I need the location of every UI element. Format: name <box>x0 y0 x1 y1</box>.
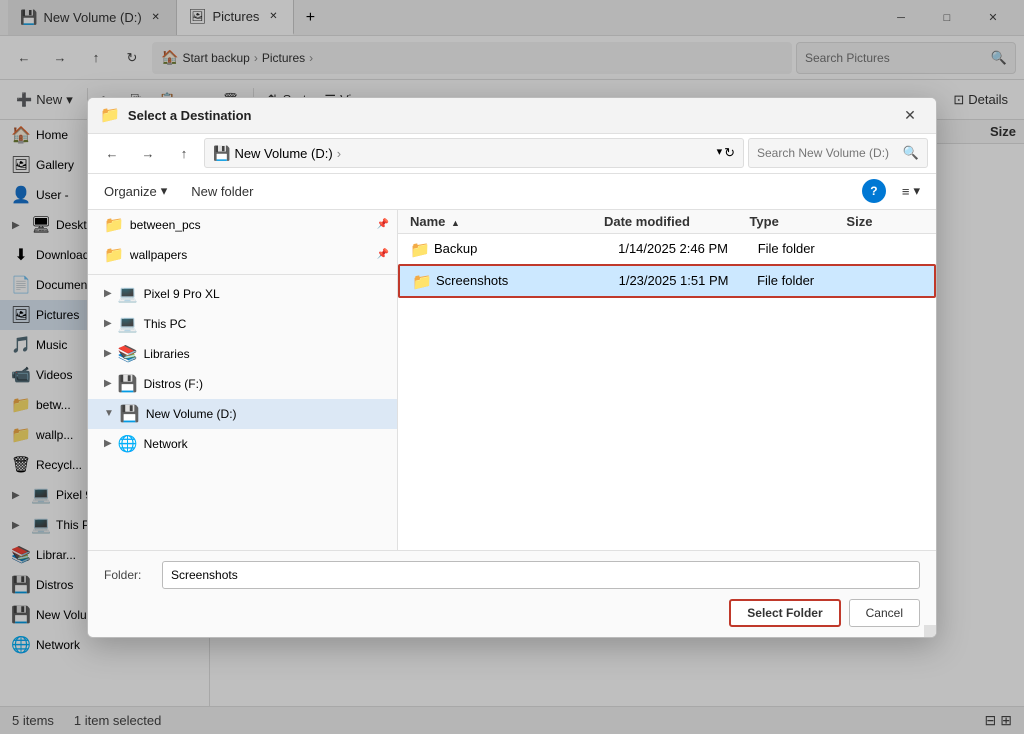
d-file-type-screenshots: File folder <box>757 273 845 288</box>
d-pixel9-icon: 💻 <box>118 284 138 304</box>
dialog-close-button[interactable]: ✕ <box>896 101 924 129</box>
d-folder-icon-wallpapers: 📁 <box>104 245 124 265</box>
d-file-type-backup: File folder <box>758 241 847 256</box>
new-folder-label: New folder <box>191 184 253 199</box>
d-thispc-icon: 💻 <box>118 314 138 334</box>
dialog-back-button[interactable]: ← <box>96 137 128 169</box>
resize-handle[interactable] <box>924 625 936 637</box>
d-sidebar-wallpapers[interactable]: 📁 wallpapers 📌 <box>88 240 397 270</box>
d-label-wallpapers: wallpapers <box>130 248 187 262</box>
dialog-file-header: Name ▲ Date modified Type Size <box>398 210 936 234</box>
dialog-search-input[interactable] <box>757 146 899 160</box>
dialog-file-list: 📁 Backup 1/14/2025 2:46 PM File folder 📁… <box>398 234 936 550</box>
folder-row: Folder: <box>104 561 920 589</box>
select-folder-button[interactable]: Select Folder <box>729 599 840 627</box>
organize-label: Organize <box>104 184 157 199</box>
new-folder-button[interactable]: New folder <box>183 180 261 203</box>
dialog-titlebar: 📁 Select a Destination ✕ <box>88 98 936 134</box>
cancel-button[interactable]: Cancel <box>849 599 920 627</box>
d-libraries-icon: 📚 <box>118 344 138 364</box>
dialog-up-button[interactable]: ↑ <box>168 137 200 169</box>
organize-button[interactable]: Organize ▾ <box>96 179 175 203</box>
select-destination-dialog: 📁 Select a Destination ✕ ← → ↑ 💾 New Vol… <box>87 97 937 638</box>
d-header-size: Size <box>846 214 924 229</box>
dialog-file-content: Name ▲ Date modified Type Size 📁 Backup … <box>398 210 936 550</box>
dialog-sidebar: 📁 between_pcs 📌 📁 wallpapers 📌 ▶ 💻 Pixel… <box>88 210 398 550</box>
d-file-row-backup[interactable]: 📁 Backup 1/14/2025 2:46 PM File folder <box>398 234 936 264</box>
dialog-footer: Folder: Select Folder Cancel <box>88 550 936 637</box>
d-sidebar-libraries[interactable]: ▶ 📚 Libraries <box>88 339 397 369</box>
d-expand-distros: ▶ <box>104 378 112 389</box>
dialog-title-text: Select a Destination <box>128 108 888 123</box>
dialog-overlay: 📁 Select a Destination ✕ ← → ↑ 💾 New Vol… <box>0 0 1024 734</box>
d-sidebar-pixel9[interactable]: ▶ 💻 Pixel 9 Pro XL <box>88 279 397 309</box>
d-sidebar-newvolume[interactable]: ▼ 💾 New Volume (D:) <box>88 399 397 429</box>
d-sidebar-thispc[interactable]: ▶ 💻 This PC <box>88 309 397 339</box>
d-file-name-screenshots: Screenshots <box>436 273 613 288</box>
d-file-name-backup: Backup <box>434 241 612 256</box>
dialog-search-bar[interactable]: 🔍 <box>748 138 928 168</box>
d-header-type: Type <box>749 214 846 229</box>
d-newvolume-icon: 💾 <box>120 404 140 424</box>
dialog-breadcrumb-sep: › <box>337 146 341 161</box>
folder-input[interactable] <box>162 561 920 589</box>
d-label-network: Network <box>144 437 188 451</box>
d-folder-icon-between: 📁 <box>104 215 124 235</box>
dialog-search-icon: 🔍 <box>903 145 919 161</box>
d-label-thispc: This PC <box>144 317 187 331</box>
dialog-buttons: Select Folder Cancel <box>104 599 920 627</box>
dialog-view-chevron: ▾ <box>913 183 920 199</box>
dialog-address-dropdown[interactable]: ▾ <box>717 145 723 161</box>
d-header-date: Date modified <box>604 214 749 229</box>
dialog-address-text: New Volume (D:) <box>234 146 332 161</box>
d-expand-network: ▶ <box>104 438 112 449</box>
dialog-title-icon: 📁 <box>100 105 120 125</box>
dialog-toolbar: ← → ↑ 💾 New Volume (D:) › ▾ ↻ 🔍 <box>88 134 936 174</box>
dialog-organize-bar: Organize ▾ New folder ? ≡ ▾ <box>88 174 936 210</box>
d-expand-libraries: ▶ <box>104 348 112 359</box>
d-label-newvolume: New Volume (D:) <box>146 407 237 421</box>
d-sidebar-between-pcs[interactable]: 📁 between_pcs 📌 <box>88 210 397 240</box>
d-distros-icon: 💾 <box>118 374 138 394</box>
dialog-view-icon: ≡ <box>902 184 910 199</box>
d-file-row-screenshots[interactable]: 📁 Screenshots 1/23/2025 1:51 PM File fol… <box>398 264 936 298</box>
d-network-icon: 🌐 <box>118 434 138 454</box>
dialog-drive-icon: 💾 <box>213 145 230 162</box>
d-sidebar-network[interactable]: ▶ 🌐 Network <box>88 429 397 459</box>
folder-label: Folder: <box>104 568 154 582</box>
d-file-date-backup: 1/14/2025 2:46 PM <box>618 241 752 256</box>
d-pin-wallpapers: 📌 <box>377 249 389 260</box>
organize-chevron-icon: ▾ <box>161 183 168 199</box>
d-label-between: between_pcs <box>130 218 201 232</box>
d-folder-icon-backup: 📁 <box>410 240 428 258</box>
dialog-refresh-button[interactable]: ↻ <box>724 145 735 161</box>
dialog-view-button[interactable]: ≡ ▾ <box>894 179 928 203</box>
d-sidebar-divider <box>88 274 397 275</box>
d-expand-thispc: ▶ <box>104 318 112 329</box>
d-file-date-screenshots: 1/23/2025 1:51 PM <box>619 273 751 288</box>
d-label-pixel9: Pixel 9 Pro XL <box>144 287 220 301</box>
dialog-forward-button[interactable]: → <box>132 137 164 169</box>
d-label-libraries: Libraries <box>144 347 190 361</box>
dialog-body: 📁 between_pcs 📌 📁 wallpapers 📌 ▶ 💻 Pixel… <box>88 210 936 550</box>
d-folder-icon-screenshots: 📁 <box>412 272 430 290</box>
d-expand-newvolume: ▼ <box>104 408 114 419</box>
d-expand-pixel9: ▶ <box>104 288 112 299</box>
d-sidebar-distros[interactable]: ▶ 💾 Distros (F:) <box>88 369 397 399</box>
d-label-distros: Distros (F:) <box>144 377 203 391</box>
d-pin-between: 📌 <box>377 219 389 230</box>
file-explorer-window: 💾 New Volume (D:) ✕ 🖼 Pictures ✕ + ─ □ ✕… <box>0 0 1024 734</box>
help-button[interactable]: ? <box>862 179 886 203</box>
d-header-name: Name ▲ <box>410 214 604 229</box>
dialog-address-bar[interactable]: 💾 New Volume (D:) › ▾ ↻ <box>204 138 744 168</box>
